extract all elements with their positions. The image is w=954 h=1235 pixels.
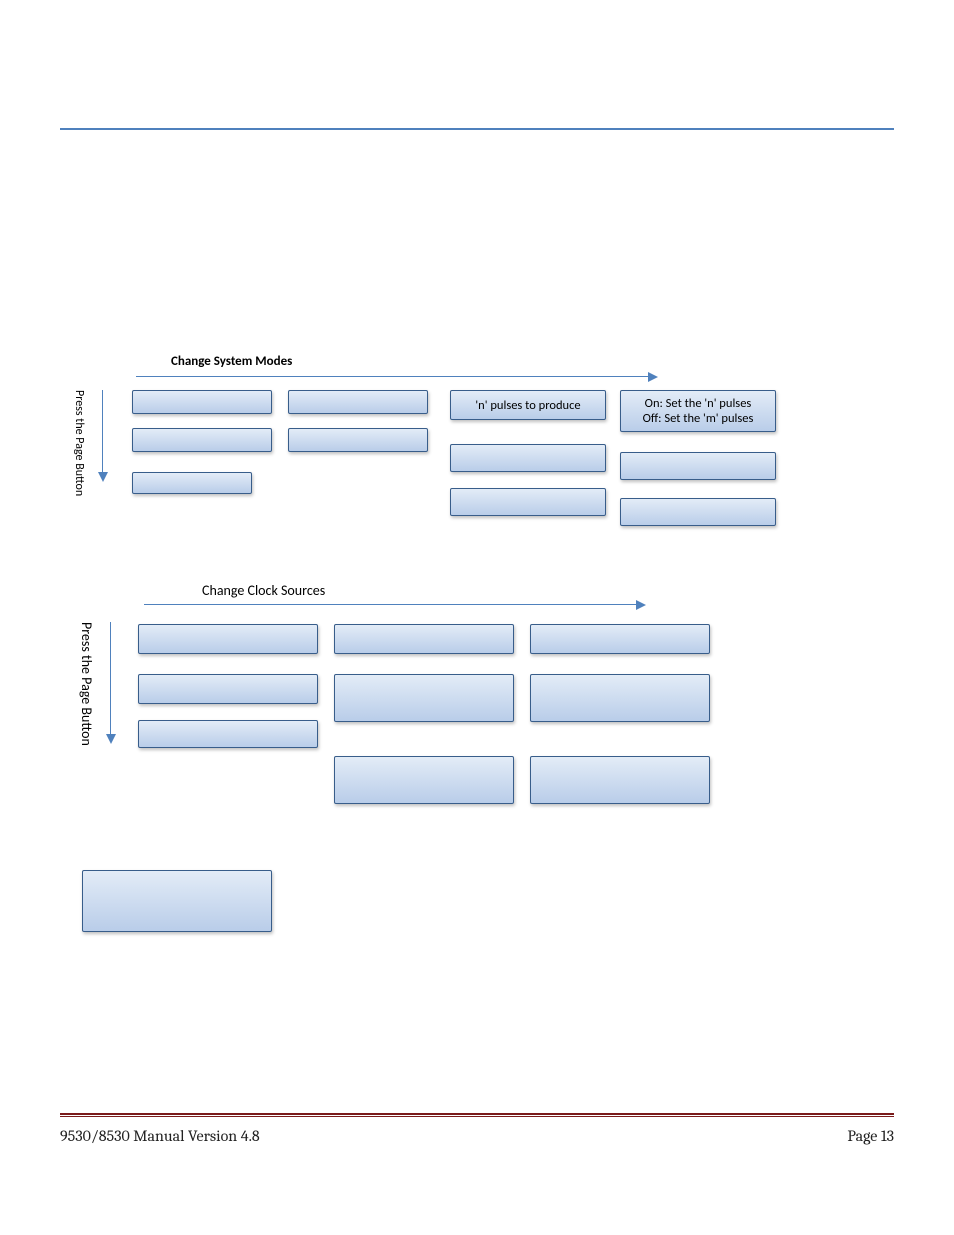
clock-box — [138, 674, 318, 704]
mode-box — [288, 390, 428, 414]
mode-box — [288, 428, 428, 452]
clock-box — [530, 674, 710, 722]
clock-box — [334, 674, 514, 722]
arrow-right-icon — [144, 604, 644, 605]
mode-box — [132, 428, 272, 452]
diagram-clock-sources: Change Clock Sources Press the Page Butt… — [76, 580, 836, 820]
manual-page: Change System Modes Press the Page Butto… — [0, 0, 954, 1235]
mode-box-on-off: On: Set the 'n' pulses Off: Set the 'm' … — [620, 390, 776, 432]
diagram-system-modes: Change System Modes Press the Page Butto… — [76, 352, 876, 542]
arrow-label-system-modes: Change System Modes — [171, 354, 292, 369]
side-label-page-button-1: Press the Page Button — [72, 390, 86, 510]
header-rule — [60, 128, 894, 130]
clock-box — [334, 624, 514, 654]
side-label-page-button-2: Press the Page Button — [78, 622, 95, 772]
isolated-box — [82, 870, 272, 932]
arrow-down-icon — [102, 390, 103, 480]
arrow-label-clock-sources: Change Clock Sources — [202, 582, 325, 599]
mode-box — [620, 498, 776, 526]
mode-box — [132, 472, 252, 494]
footer-page-number: Page 13 — [847, 1127, 894, 1145]
mode-box — [450, 444, 606, 472]
footer-manual-version: 9530/8530 Manual Version 4.8 — [60, 1127, 260, 1145]
clock-box — [334, 756, 514, 804]
clock-box — [530, 624, 710, 654]
mode-box-n-pulses: 'n' pulses to produce — [450, 390, 606, 420]
mode-box — [132, 390, 272, 414]
arrow-down-icon — [110, 622, 111, 742]
page-footer: 9530/8530 Manual Version 4.8 Page 13 — [60, 1127, 894, 1145]
arrow-right-icon — [136, 376, 656, 377]
mode-box — [450, 488, 606, 516]
mode-box — [620, 452, 776, 480]
clock-box — [530, 756, 710, 804]
clock-box — [138, 720, 318, 748]
footer-rule — [60, 1113, 894, 1117]
clock-box — [138, 624, 318, 654]
